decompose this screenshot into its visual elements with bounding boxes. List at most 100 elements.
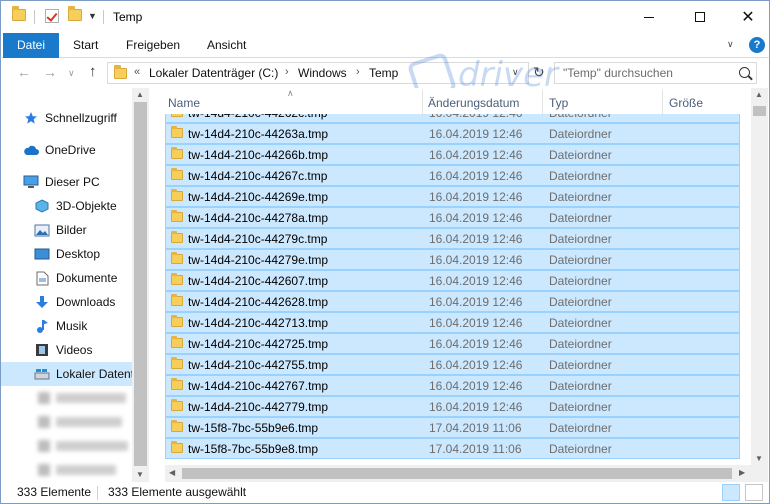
sidebar-item-desktop[interactable]: Desktop: [34, 242, 132, 266]
cell-date: 16.04.2019 12:46: [429, 253, 523, 267]
forward-arrow-icon[interactable]: →: [43, 64, 57, 80]
column-divider[interactable]: [542, 90, 543, 114]
horizontal-scrollbar[interactable]: ◀ ▶: [165, 465, 751, 482]
tab-freigeben[interactable]: Freigeben: [112, 33, 194, 58]
up-arrow-icon[interactable]: ↑: [89, 63, 97, 80]
cell-name: tw-14d4-210c-442755.tmp: [188, 358, 329, 372]
table-row[interactable]: tw-14d4-210c-44263a.tmp 16.04.2019 12:46 D…: [165, 123, 740, 144]
download-icon: [34, 294, 50, 310]
tab-ansicht[interactable]: Ansicht: [193, 33, 260, 58]
sidebar-item-downloads[interactable]: Downloads: [34, 290, 132, 314]
column-divider[interactable]: [422, 90, 423, 114]
table-row[interactable]: tw-14d4-210c-442607.tmp 16.04.2019 12:46 D…: [165, 270, 740, 291]
scroll-up-arrow-icon[interactable]: ▲: [755, 90, 763, 99]
cell-type: Dateiordner: [549, 169, 612, 183]
large-icons-view-button[interactable]: [745, 484, 763, 501]
sidebar-item-lokaler-datentraeger[interactable]: Lokaler Datenträger (C:): [1, 362, 132, 386]
tab-start[interactable]: Start: [59, 33, 112, 58]
blurred-entry[interactable]: [56, 465, 116, 475]
breadcrumb-windows[interactable]: Windows: [298, 66, 347, 80]
back-arrow-icon[interactable]: ←: [17, 64, 31, 80]
quick-access-dropdown-icon[interactable]: ▼: [88, 11, 97, 21]
cell-type: Dateiordner: [549, 274, 612, 288]
sidebar-scroll-thumb[interactable]: [134, 102, 147, 466]
cell-name: tw-15f8-7bc-55b9e6.tmp: [188, 421, 319, 435]
file-list-scroll-thumb[interactable]: [753, 106, 766, 116]
search-input[interactable]: "Temp" durchsuchen: [554, 62, 757, 84]
table-row[interactable]: tw-14d4-210c-442755.tmp 16.04.2019 12:46 D…: [165, 354, 740, 375]
table-row[interactable]: tw-14d4-210c-442725.tmp 16.04.2019 12:46 D…: [165, 333, 740, 354]
table-row[interactable]: tw-14d4-210c-442628.tmp 16.04.2019 12:46 D…: [165, 291, 740, 312]
cube-icon: [34, 198, 50, 214]
address-dropdown-icon[interactable]: ∨: [512, 67, 519, 78]
minimize-button[interactable]: [626, 1, 672, 33]
document-icon: [34, 270, 50, 286]
scroll-down-arrow-icon[interactable]: ▼: [136, 470, 144, 479]
sidebar-item-videos[interactable]: Videos: [34, 338, 132, 362]
address-bar[interactable]: « Lokaler Datenträger (C:) › Windows › T…: [107, 62, 529, 84]
cell-type: Dateiordner: [549, 337, 612, 351]
column-header-size[interactable]: Größe: [669, 88, 703, 114]
table-row[interactable]: tw-14d4-210c-44279c.tmp 16.04.2019 12:46 D…: [165, 228, 740, 249]
column-header-type[interactable]: Typ: [549, 88, 568, 114]
folder-icon: [171, 252, 183, 264]
breadcrumb-temp[interactable]: Temp: [369, 66, 398, 80]
table-row[interactable]: tw-14d4-210c-44278a.tmp 16.04.2019 12:46 D…: [165, 207, 740, 228]
table-row[interactable]: tw-14d4-210c-44266b.tmp 16.04.2019 12:46 D…: [165, 144, 740, 165]
breadcrumb-drive[interactable]: Lokaler Datenträger (C:): [149, 66, 278, 80]
blurred-entry[interactable]: [56, 441, 128, 451]
expand-ribbon-icon[interactable]: ∨: [727, 39, 734, 50]
horizontal-scroll-thumb[interactable]: [182, 468, 732, 479]
refresh-icon[interactable]: ↻: [533, 64, 545, 81]
table-row[interactable]: tw-14d4-210c-44269e.tmp 16.04.2019 12:46 D…: [165, 186, 740, 207]
tab-datei[interactable]: Datei: [3, 33, 60, 58]
scroll-left-arrow-icon[interactable]: ◀: [169, 468, 175, 477]
sidebar-item-label: Bilder: [56, 223, 87, 237]
sidebar-item-onedrive[interactable]: OneDrive: [23, 138, 132, 162]
file-list-scrollbar[interactable]: ▲ ▼: [751, 88, 768, 482]
music-icon: [34, 318, 50, 334]
help-icon[interactable]: ?: [749, 37, 765, 53]
video-icon: [34, 342, 50, 358]
navigation-bar: ← → ∨ ↑ « Lokaler Datenträger (C:) › Win…: [0, 58, 770, 88]
new-folder-icon[interactable]: [68, 6, 82, 21]
table-row[interactable]: tw-15f8-7bc-55b9e8.tmp 17.04.2019 11:06 Da…: [165, 438, 740, 459]
scroll-up-arrow-icon[interactable]: ▲: [136, 90, 144, 99]
column-header-date[interactable]: Änderungsdatum: [428, 88, 519, 114]
sidebar-item-schnellzugriff[interactable]: Schnellzugriff: [23, 106, 132, 130]
column-header-name[interactable]: Name: [168, 88, 200, 114]
scroll-right-arrow-icon[interactable]: ▶: [739, 468, 745, 477]
cell-date: 16.04.2019 12:46: [429, 169, 523, 183]
sidebar-scrollbar[interactable]: ▲ ▼: [132, 88, 149, 482]
table-row[interactable]: tw-14d4-210c-44279e.tmp 16.04.2019 12:46 D…: [165, 249, 740, 270]
recent-locations-dropdown-icon[interactable]: ∨: [68, 68, 75, 79]
sidebar-item-musik[interactable]: Musik: [34, 314, 132, 338]
column-divider[interactable]: [662, 90, 663, 114]
blurred-entry[interactable]: [56, 393, 126, 403]
cell-date: 17.04.2019 11:06: [429, 442, 522, 456]
title-bar: ▼ Temp ✕: [0, 0, 770, 33]
scroll-down-arrow-icon[interactable]: ▼: [755, 454, 763, 463]
sidebar-item-dokumente[interactable]: Dokumente: [34, 266, 132, 290]
maximize-button[interactable]: [677, 1, 723, 33]
drive-icon: [34, 366, 50, 382]
sidebar-item-3d-objekte[interactable]: 3D-Objekte: [34, 194, 132, 218]
checkmark-icon[interactable]: [45, 9, 59, 23]
cell-name: tw-14d4-210c-442725.tmp: [188, 337, 329, 351]
blurred-entry[interactable]: [56, 417, 122, 427]
close-button[interactable]: ✕: [725, 1, 770, 33]
desktop-icon: [34, 246, 50, 262]
sidebar-item-bilder[interactable]: Bilder: [34, 218, 132, 242]
table-row[interactable]: tw-14d4-210c-442713.tmp 16.04.2019 12:46 D…: [165, 312, 740, 333]
cell-name: tw-14d4-210c-44267c.tmp: [188, 169, 328, 183]
table-row[interactable]: tw-14d4-210c-44267c.tmp 16.04.2019 12:46 D…: [165, 165, 740, 186]
table-row[interactable]: tw-15f8-7bc-55b9e6.tmp 17.04.2019 11:06 Da…: [165, 417, 740, 438]
details-view-button[interactable]: [722, 484, 740, 501]
overflow-chevron[interactable]: «: [134, 66, 140, 78]
table-row[interactable]: tw-14d4-210c-442767.tmp 16.04.2019 12:46 D…: [165, 375, 740, 396]
cell-date: 16.04.2019 12:46: [429, 114, 522, 120]
table-row[interactable]: tw-14d4-210c-44262c.tmp 16.04.2019 12:46 D…: [165, 114, 740, 123]
sidebar-item-dieser-pc[interactable]: Dieser PC: [23, 170, 132, 194]
table-row[interactable]: tw-14d4-210c-442779.tmp 16.04.2019 12:46 D…: [165, 396, 740, 417]
cell-date: 16.04.2019 12:46: [429, 211, 523, 225]
